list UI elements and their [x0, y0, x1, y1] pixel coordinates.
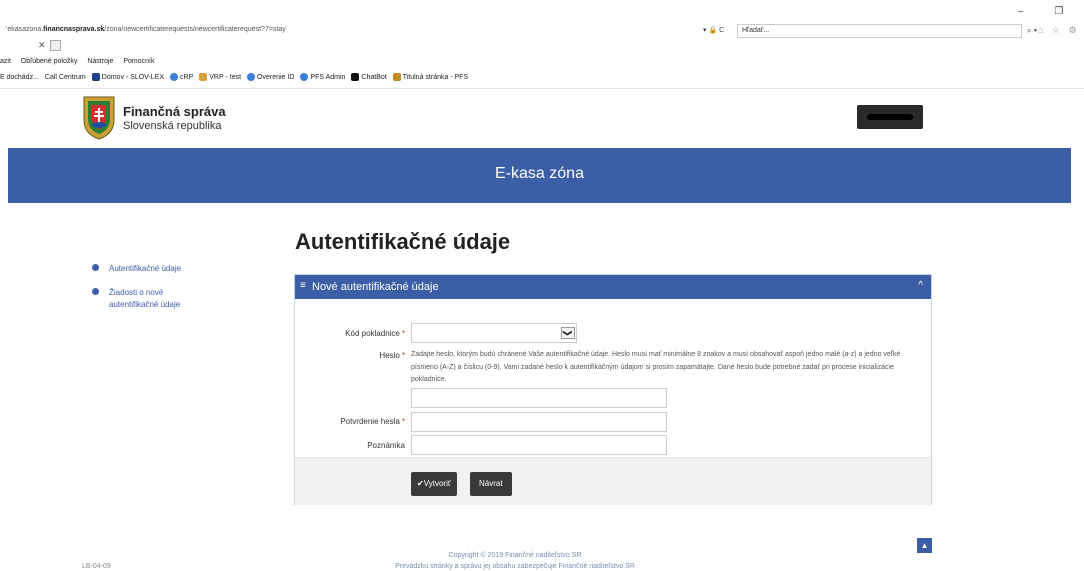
scroll-to-top-button[interactable]: ▲: [917, 538, 932, 553]
sidebar-item-auth-data[interactable]: Autentifikačné údaje: [92, 263, 209, 275]
collapse-icon[interactable]: ^: [918, 280, 923, 291]
favorite-item[interactable]: Domov - SLOV-LEX: [91, 73, 164, 81]
create-button-label: Vytvoriť: [423, 479, 451, 488]
note-input[interactable]: [411, 435, 667, 455]
panel-title: Nové autentifikačné údaje: [312, 281, 439, 293]
sidebar-item-label: Žiadosti o nové autentifikačné údaje: [109, 288, 181, 309]
favorite-item[interactable]: Titulná stránka - PFS: [392, 73, 468, 81]
chrome-divider: [0, 88, 1084, 89]
menu-item-tools[interactable]: Nástroje: [87, 58, 113, 65]
page-title: Autentifikačné údaje: [295, 229, 511, 254]
password-input[interactable]: [411, 388, 667, 408]
favorites-bar: E dochádz... Call Centrum Domov - SLOV-L…: [0, 73, 468, 81]
panel-header[interactable]: ≡ Nové autentifikačné údaje ^: [295, 275, 931, 299]
favicon-icon: [170, 73, 179, 81]
note-label: Poznámka: [367, 441, 405, 450]
url-field[interactable]: 'ekasazona.financnasprava.sk/zona/newcer…: [6, 26, 286, 33]
favicon-icon: [300, 73, 309, 81]
favorite-item[interactable]: E dochádz...: [0, 74, 39, 81]
bullet-icon: [92, 264, 99, 271]
zone-banner: E-kasa zóna: [8, 148, 1071, 203]
banner-title: E-kasa zóna: [495, 165, 584, 182]
password-confirm-label: Potvrdenie hesla *: [340, 417, 405, 426]
favicon-icon: [199, 73, 208, 81]
brand-title: Finančná správa: [123, 104, 226, 119]
redacted-label: [867, 114, 913, 120]
favicon-icon: [392, 73, 401, 81]
close-tab-icon[interactable]: ✕: [38, 40, 46, 51]
password-confirm-input[interactable]: [411, 412, 667, 432]
address-bar[interactable]: 'ekasazona.financnasprava.sk/zona/newcer…: [0, 24, 1084, 40]
favicon-icon: [351, 73, 360, 81]
favicon-icon: [91, 73, 100, 81]
menu-item-favorites[interactable]: Obľúbené položky: [21, 58, 78, 65]
menu-item-help[interactable]: Pomocník: [123, 58, 154, 65]
back-button-label: Návrat: [479, 479, 503, 488]
back-button[interactable]: Návrat: [470, 472, 512, 496]
window-controls[interactable]: – ❐ ✕: [1018, 6, 1084, 17]
favicon-icon: [247, 73, 256, 81]
favorite-item[interactable]: Overenie ID: [247, 73, 294, 81]
copyright-text: Copyright © 2019 Finančné riaditeľstvo S…: [448, 552, 582, 559]
bullet-icon: [92, 288, 99, 295]
coat-of-arms-logo[interactable]: [80, 94, 118, 140]
menu-item-fragment[interactable]: azit: [0, 58, 11, 65]
cash-register-select[interactable]: ❯: [411, 323, 577, 343]
browser-search-input[interactable]: Hľadať...: [737, 24, 1022, 38]
sidebar-item-requests[interactable]: Žiadosti o nové autentifikačné údaje: [92, 287, 209, 311]
search-icon[interactable]: ⌕ ▾: [1027, 26, 1037, 36]
favorite-item[interactable]: cRP: [170, 73, 193, 81]
toolbar-icons[interactable]: ⌂ ☆ ⚙ ☺: [1038, 25, 1084, 36]
operator-text: Prevádzku stránky a správu jej obsahu za…: [395, 563, 635, 570]
favorite-item[interactable]: VRP - test: [199, 73, 241, 81]
address-controls[interactable]: ▾ 🔒 C: [703, 26, 724, 34]
create-button[interactable]: ✔Vytvoriť: [411, 472, 457, 496]
new-auth-data-panel: ≡ Nové autentifikačné údaje ^ Kód poklad…: [294, 274, 932, 505]
cash-register-label: Kód pokladnice *: [345, 329, 405, 338]
favorite-item[interactable]: Call Centrum: [45, 74, 86, 81]
new-tab-button[interactable]: [50, 40, 61, 51]
favorite-item[interactable]: PFS Admin: [300, 73, 345, 81]
favorite-item[interactable]: ChatBot: [351, 73, 387, 81]
user-account-button[interactable]: [857, 105, 923, 129]
check-icon: ✔: [417, 479, 424, 488]
menu-icon: ≡: [300, 280, 306, 291]
sidebar-item-label: Autentifikačné údaje: [109, 264, 182, 273]
brand-subtitle: Slovenská republika: [123, 120, 222, 132]
browser-menubar: azit Obľúbené položky Nástroje Pomocník: [0, 58, 163, 65]
password-help-text: Zadajte heslo, ktorým budú chránené Vaše…: [411, 351, 901, 383]
panel-footer: [295, 457, 931, 505]
chevron-down-icon: ❯: [561, 327, 575, 339]
password-label: Heslo *: [379, 351, 405, 360]
